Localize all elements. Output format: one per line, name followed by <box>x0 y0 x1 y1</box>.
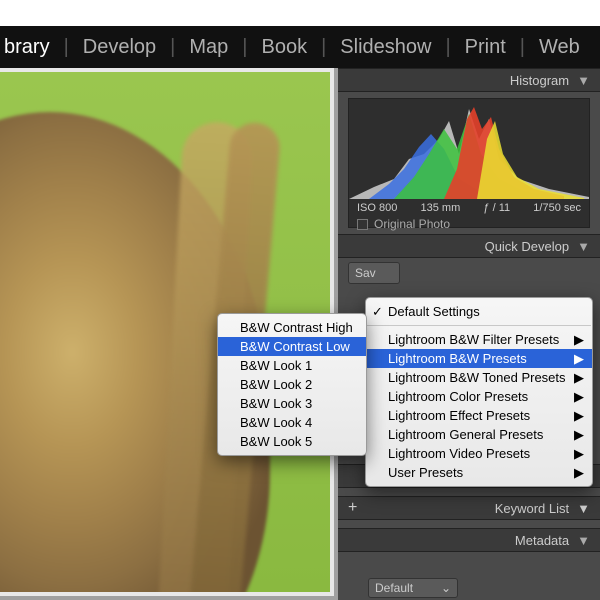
menu-item[interactable]: Lightroom Effect Presets▶ <box>366 406 592 425</box>
submenu-item[interactable]: B&W Look 1 <box>218 356 366 375</box>
module-picker: brary | Develop | Map | Book | Slideshow… <box>0 26 600 68</box>
submenu-item[interactable]: B&W Look 4 <box>218 413 366 432</box>
keyword-list-title: Keyword List <box>495 501 569 516</box>
collapse-icon: ▼ <box>577 73 590 88</box>
submenu-item[interactable]: B&W Contrast High <box>218 318 366 337</box>
collapse-icon: ▼ <box>577 533 590 548</box>
menu-default-settings[interactable]: ✓ Default Settings <box>366 302 592 321</box>
menu-item[interactable]: Lightroom B&W Toned Presets▶ <box>366 368 592 387</box>
plus-icon[interactable]: + <box>348 499 357 517</box>
chevron-icon: ⌄ <box>441 581 451 595</box>
original-photo-checkbox[interactable] <box>357 219 368 230</box>
arrow-right-icon: ▶ <box>574 369 584 386</box>
submenu-item[interactable]: B&W Look 5 <box>218 432 366 451</box>
quick-develop-title: Quick Develop <box>485 239 570 254</box>
histogram-title: Histogram <box>510 73 569 88</box>
histogram-display: ISO 800 135 mm ƒ / 11 1/750 sec Original… <box>348 98 590 228</box>
saved-preset-button[interactable]: Sav <box>348 262 400 284</box>
arrow-right-icon: ▶ <box>574 350 584 367</box>
submenu-item[interactable]: B&W Look 3 <box>218 394 366 413</box>
keyword-list-header[interactable]: + Keyword List ▼ <box>338 496 600 520</box>
histogram-header[interactable]: Histogram ▼ <box>338 68 600 92</box>
submenu-item[interactable]: B&W Look 2 <box>218 375 366 394</box>
arrow-right-icon: ▶ <box>574 331 584 348</box>
module-web[interactable]: Web <box>535 36 584 59</box>
arrow-right-icon: ▶ <box>574 426 584 443</box>
menu-item[interactable]: Lightroom Color Presets▶ <box>366 387 592 406</box>
metadata-header[interactable]: Metadata ▼ <box>338 528 600 552</box>
preset-submenu[interactable]: B&W Contrast HighB&W Contrast LowB&W Loo… <box>217 313 367 456</box>
arrow-right-icon: ▶ <box>574 388 584 405</box>
collapse-icon: ▼ <box>577 239 590 254</box>
original-photo-label: Original Photo <box>374 217 450 231</box>
menu-item[interactable]: Lightroom B&W Presets▶ <box>366 349 592 368</box>
module-map[interactable]: Map <box>185 36 232 59</box>
collapse-icon: ▼ <box>577 501 590 516</box>
module-slideshow[interactable]: Slideshow <box>336 36 435 59</box>
metadata-set-dropdown[interactable]: Default⌄ <box>368 578 458 598</box>
arrow-right-icon: ▶ <box>574 445 584 462</box>
metadata-title: Metadata <box>515 533 569 548</box>
menu-item[interactable]: Lightroom General Presets▶ <box>366 425 592 444</box>
menu-item[interactable]: User Presets▶ <box>366 463 592 482</box>
module-develop[interactable]: Develop <box>79 36 160 59</box>
check-icon: ✓ <box>372 303 383 320</box>
module-book[interactable]: Book <box>257 36 311 59</box>
arrow-right-icon: ▶ <box>574 407 584 424</box>
module-library[interactable]: brary <box>0 36 54 59</box>
histogram-iso: ISO 800 <box>357 202 397 214</box>
histogram-focal: 135 mm <box>421 202 461 214</box>
histogram-shutter: 1/750 sec <box>533 202 581 214</box>
arrow-right-icon: ▶ <box>574 464 584 481</box>
window-top-strip <box>0 0 600 26</box>
submenu-item[interactable]: B&W Contrast Low <box>218 337 366 356</box>
preset-popup-menu[interactable]: ✓ Default Settings Lightroom B&W Filter … <box>365 297 593 487</box>
menu-item[interactable]: Lightroom B&W Filter Presets▶ <box>366 330 592 349</box>
menu-item[interactable]: Lightroom Video Presets▶ <box>366 444 592 463</box>
quick-develop-header[interactable]: Quick Develop ▼ <box>338 234 600 258</box>
histogram-aperture: ƒ / 11 <box>483 202 510 214</box>
module-print[interactable]: Print <box>461 36 510 59</box>
